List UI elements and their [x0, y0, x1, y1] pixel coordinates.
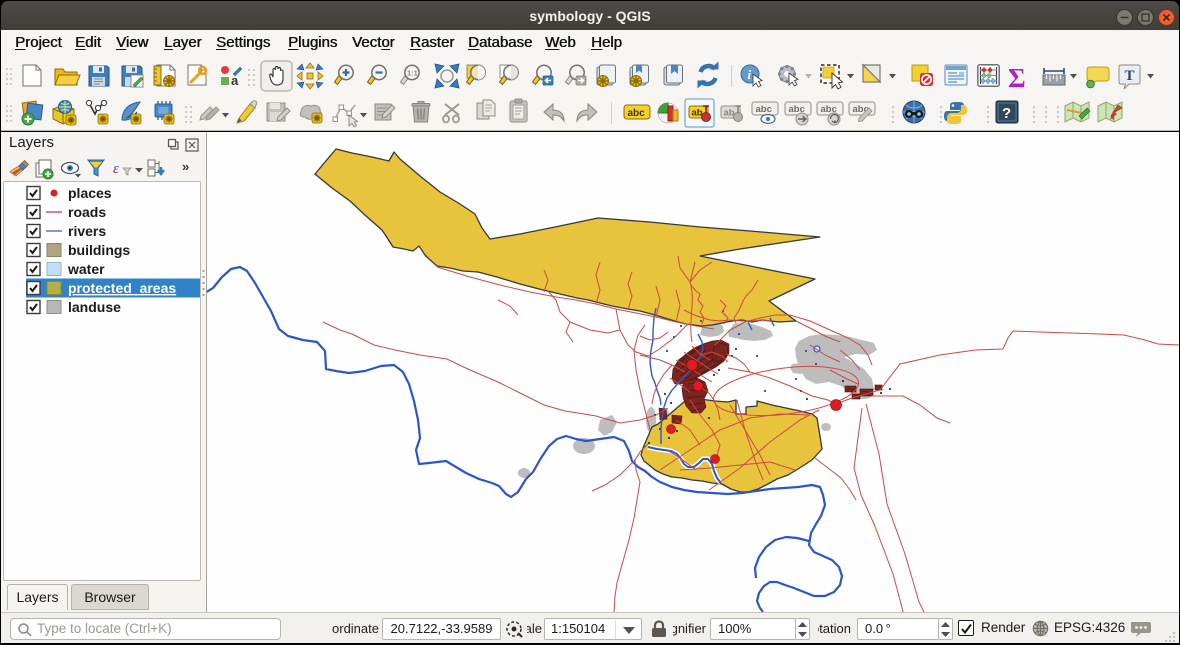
svg-text:rivers: rivers: [68, 223, 106, 239]
svg-text:ε: ε: [113, 161, 119, 177]
svg-text:protected_areas: protected_areas: [68, 280, 176, 296]
svg-text:landuse: landuse: [68, 299, 121, 315]
svg-text:?: ?: [1002, 105, 1011, 122]
svg-text:buildings: buildings: [68, 242, 130, 258]
svg-text:Σ: Σ: [1008, 63, 1026, 93]
svg-text:abc: abc: [628, 108, 646, 119]
svg-text:»: »: [182, 159, 189, 174]
svg-text:places: places: [68, 185, 112, 201]
svg-text:1:1: 1:1: [407, 69, 418, 78]
svg-text:i: i: [748, 67, 752, 82]
svg-text:water: water: [67, 261, 105, 277]
svg-text:roads: roads: [68, 204, 106, 220]
svg-text:T: T: [1125, 68, 1135, 84]
